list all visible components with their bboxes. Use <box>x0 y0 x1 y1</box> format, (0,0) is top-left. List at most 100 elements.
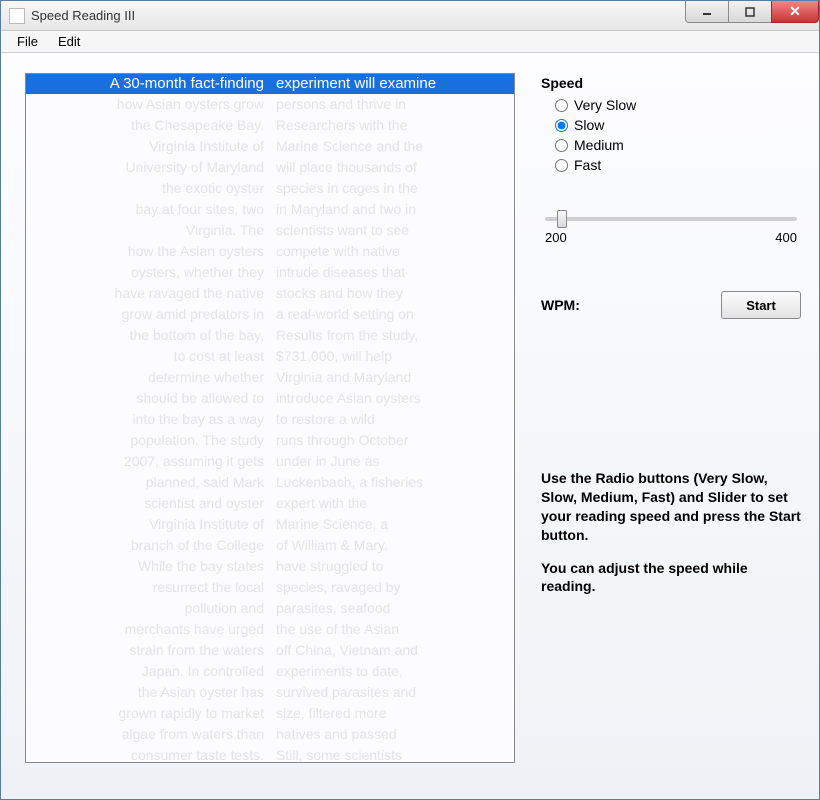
faded-row: resurrect the localspecies, ravaged by <box>26 577 514 598</box>
menu-file[interactable]: File <box>7 32 48 51</box>
reading-pane: A 30-month fact-finding experiment will … <box>25 73 515 763</box>
wpm-label: WPM: <box>541 297 580 313</box>
close-icon: ✕ <box>789 3 801 20</box>
faded-row: 2007, assuming it getsunder in June as <box>26 451 514 472</box>
faded-right: survived parasites and <box>270 682 514 703</box>
radio-very-slow[interactable]: Very Slow <box>555 97 801 113</box>
faded-left: Japan. In controlled <box>26 661 270 682</box>
faded-row: population. The studyruns through Octobe… <box>26 430 514 451</box>
faded-left: to cost at least <box>26 346 270 367</box>
app-icon <box>9 8 25 24</box>
faded-row: Virginia. Thescientists want to see <box>26 220 514 241</box>
faded-right: parasites, seafood <box>270 598 514 619</box>
faded-row: branch of the Collegeof William & Mary. <box>26 535 514 556</box>
faded-right: Luckenbach, a fisheries <box>270 472 514 493</box>
faded-row: consumer taste tests.Still, some scienti… <box>26 745 514 763</box>
minimize-icon <box>702 7 712 17</box>
current-line: A 30-month fact-finding experiment will … <box>26 74 514 94</box>
faded-row: the bottom of the bay,Results from the s… <box>26 325 514 346</box>
radio-medium[interactable]: Medium <box>555 137 801 153</box>
faded-row: grow amid predators ina real-world setti… <box>26 304 514 325</box>
faded-row: into the bay as a wayto restore a wild <box>26 409 514 430</box>
radio-fast-label: Fast <box>574 157 601 173</box>
radio-medium-label: Medium <box>574 137 624 153</box>
radio-slow-label: Slow <box>574 117 604 133</box>
faded-right: species, ravaged by <box>270 577 514 598</box>
faded-right: runs through October <box>270 430 514 451</box>
faded-right: Researchers with the <box>270 115 514 136</box>
faded-right: experiments to date, <box>270 661 514 682</box>
instructions-p1: Use the Radio buttons (Very Slow, Slow, … <box>541 469 801 545</box>
faded-left: grown rapidly to market <box>26 703 270 724</box>
faded-right: Still, some scientists <box>270 745 514 763</box>
side-panel: Speed Very Slow Slow Medium Fast 200 <box>515 73 801 781</box>
faded-right: expert with the <box>270 493 514 514</box>
faded-right: species in cages in the <box>270 178 514 199</box>
faded-right: scientists want to see <box>270 220 514 241</box>
faded-right: Marine Science, a <box>270 514 514 535</box>
window-title: Speed Reading III <box>31 8 686 23</box>
minimize-button[interactable] <box>685 1 729 23</box>
faded-row: University of Marylandwill place thousan… <box>26 157 514 178</box>
faded-left: the Chesapeake Bay. <box>26 115 270 136</box>
faded-right: have struggled to <box>270 556 514 577</box>
instructions-p2: You can adjust the speed while reading. <box>541 559 801 597</box>
speed-label: Speed <box>541 75 801 91</box>
faded-left: Virginia Institute of <box>26 136 270 157</box>
faded-right: Marine Science and the <box>270 136 514 157</box>
faded-right: $731,000, will help <box>270 346 514 367</box>
radio-fast-input[interactable] <box>555 159 568 172</box>
radio-fast[interactable]: Fast <box>555 157 801 173</box>
titlebar: Speed Reading III ✕ <box>1 1 819 31</box>
faded-left: population. The study <box>26 430 270 451</box>
faded-row: should be allowed tointroduce Asian oyst… <box>26 388 514 409</box>
faded-left: merchants have urged <box>26 619 270 640</box>
slider-labels: 200 400 <box>545 230 797 245</box>
slider-max-label: 400 <box>775 230 797 245</box>
close-button[interactable]: ✕ <box>771 1 819 23</box>
faded-row: pollution andparasites, seafood <box>26 598 514 619</box>
faded-left: the Asian oyster has <box>26 682 270 703</box>
faded-row: how Asian oysters growpersons and thrive… <box>26 94 514 115</box>
radio-slow[interactable]: Slow <box>555 117 801 133</box>
faded-left: the exotic oyster <box>26 178 270 199</box>
faded-right: persons and thrive in <box>270 94 514 115</box>
faded-row: how the Asian oysterscompete with native <box>26 241 514 262</box>
faded-row: the Asian oyster hassurvived parasites a… <box>26 682 514 703</box>
maximize-button[interactable] <box>728 1 772 23</box>
client-area: A 30-month fact-finding experiment will … <box>1 53 819 799</box>
faded-left: resurrect the local <box>26 577 270 598</box>
faded-right: compete with native <box>270 241 514 262</box>
faded-right: under in June as <box>270 451 514 472</box>
start-button[interactable]: Start <box>721 291 801 319</box>
radio-medium-input[interactable] <box>555 139 568 152</box>
faded-row: the Chesapeake Bay.Researchers with the <box>26 115 514 136</box>
faded-row: Virginia Institute ofMarine Science and … <box>26 136 514 157</box>
radio-very-slow-label: Very Slow <box>574 97 636 113</box>
window-controls: ✕ <box>686 1 819 30</box>
faded-left: algae from waters than <box>26 724 270 745</box>
app-window: Speed Reading III ✕ File Edit A 30-month… <box>0 0 820 800</box>
faded-right: of William & Mary. <box>270 535 514 556</box>
slider-wrap: 200 400 <box>541 209 801 245</box>
faded-row: planned, said MarkLuckenbach, a fisherie… <box>26 472 514 493</box>
faded-left: bay at four sites, two <box>26 199 270 220</box>
menubar: File Edit <box>1 31 819 53</box>
faded-right: to restore a wild <box>270 409 514 430</box>
faded-right: introduce Asian oysters <box>270 388 514 409</box>
faded-left: While the bay states <box>26 556 270 577</box>
menu-edit[interactable]: Edit <box>48 32 90 51</box>
radio-slow-input[interactable] <box>555 119 568 132</box>
speed-slider[interactable] <box>545 217 797 221</box>
faded-right: Virginia and Maryland <box>270 367 514 388</box>
current-right: experiment will examine <box>270 74 514 94</box>
faded-right: Results from the study, <box>270 325 514 346</box>
faded-row: grown rapidly to marketsize, filtered mo… <box>26 703 514 724</box>
maximize-icon <box>745 7 755 17</box>
faded-row: merchants have urgedthe use of the Asian <box>26 619 514 640</box>
faded-right: size, filtered more <box>270 703 514 724</box>
faded-right: a real-world setting on <box>270 304 514 325</box>
faded-row: While the bay stateshave struggled to <box>26 556 514 577</box>
radio-very-slow-input[interactable] <box>555 99 568 112</box>
faded-left: 2007, assuming it gets <box>26 451 270 472</box>
